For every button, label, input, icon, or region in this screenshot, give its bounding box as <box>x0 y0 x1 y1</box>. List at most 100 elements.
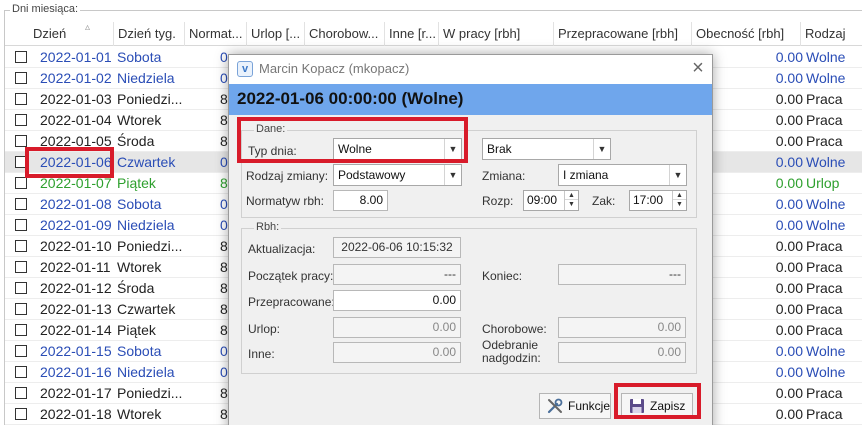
weekday-cell: Wtorek <box>117 259 162 275</box>
brak-value: Brak <box>487 142 512 156</box>
date-cell: 2022-01-12 <box>40 280 112 296</box>
row-checkbox[interactable] <box>15 324 27 336</box>
presence-cell: 0.00 <box>775 112 803 128</box>
zak-value: 17:00 <box>633 193 664 207</box>
zapisz-button[interactable]: Zapisz <box>621 393 693 419</box>
column-header-sick[interactable]: Chorobow... <box>305 22 385 46</box>
chevron-down-icon: ▼ <box>593 139 610 159</box>
koniec-label: Koniec: <box>482 269 523 283</box>
zak-spinner[interactable]: ▲ ▼ <box>672 191 686 210</box>
aktualizacja-label: Aktualizacja: <box>248 242 316 256</box>
weekday-cell: Niedziela <box>117 70 175 86</box>
column-header-type[interactable]: Rodzaj <box>801 22 862 46</box>
row-checkbox[interactable] <box>15 72 27 84</box>
row-checkbox[interactable] <box>15 240 27 252</box>
row-checkbox[interactable] <box>15 408 27 420</box>
row-checkbox[interactable] <box>15 387 27 399</box>
zmiana-select[interactable]: I zmiana ▼ <box>558 164 687 186</box>
koniec-value: --- <box>558 264 686 285</box>
date-cell: 2022-01-05 <box>40 133 112 149</box>
rodzaj-zmiany-label: Rodzaj zmiany: <box>246 169 329 183</box>
column-header-day[interactable]: Dzień <box>5 22 114 46</box>
odebranie-label: Odebranie nadgodzin: <box>482 339 541 365</box>
row-checkbox[interactable] <box>15 219 27 231</box>
type-cell: Wolne <box>806 49 846 65</box>
presence-cell: 0.00 <box>775 91 803 107</box>
spin-down-icon[interactable]: ▼ <box>565 200 578 209</box>
row-checkbox[interactable] <box>15 198 27 210</box>
column-header-worked[interactable]: Przepracowane [rbh] <box>554 22 692 46</box>
type-cell: Urlop <box>806 175 840 191</box>
chevron-down-icon: ▼ <box>444 139 461 159</box>
row-checkbox[interactable] <box>15 261 27 273</box>
presence-cell: 0.00 <box>775 280 803 296</box>
row-checkbox[interactable] <box>15 51 27 63</box>
row-checkbox[interactable] <box>15 114 27 126</box>
rozp-spinner[interactable]: ▲ ▼ <box>564 191 578 210</box>
presence-cell: 0.00 <box>775 196 803 212</box>
day-edit-dialog: v Marcin Kopacz (mkopacz) × 2022-01-06 0… <box>228 54 713 425</box>
dialog-title: Marcin Kopacz (mkopacz) <box>259 61 410 76</box>
date-cell: 2022-01-03 <box>40 91 112 107</box>
weekday-cell: Środa <box>117 133 155 149</box>
banner-date-text: 2022-01-06 00:00:00 (Wolne) <box>237 89 464 108</box>
dane-legend: Dane: <box>254 123 288 135</box>
close-icon[interactable]: × <box>687 57 709 79</box>
grid-header: Dzień ▵ Dzień tyg. Normat... Urlop [... … <box>5 22 862 46</box>
row-checkbox[interactable] <box>15 366 27 378</box>
column-header-weekday[interactable]: Dzień tyg. <box>114 22 185 46</box>
column-header-norm[interactable]: Normat... <box>185 22 247 46</box>
rbh-legend: Rbh: <box>254 221 282 233</box>
weekday-cell: Wtorek <box>117 112 162 128</box>
spin-down-icon[interactable]: ▼ <box>673 200 686 209</box>
rodzaj-zmiany-select[interactable]: Podstawowy ▼ <box>333 164 462 186</box>
row-checkbox[interactable] <box>15 345 27 357</box>
type-cell: Praca <box>806 301 843 317</box>
row-checkbox[interactable] <box>15 156 27 168</box>
weekday-cell: Sobota <box>117 196 162 212</box>
przepracowane-input[interactable]: 0.00 <box>333 290 461 311</box>
row-checkbox[interactable] <box>15 177 27 189</box>
column-header-vacation[interactable]: Urlop [... <box>247 22 305 46</box>
presence-cell: 0.00 <box>775 70 803 86</box>
date-cell: 2022-01-14 <box>40 322 112 338</box>
weekday-cell: Wtorek <box>117 406 162 422</box>
brak-select[interactable]: Brak ▼ <box>482 138 611 160</box>
rozp-time-input[interactable]: 09:00 ▲ ▼ <box>523 190 579 211</box>
type-cell: Praca <box>806 91 843 107</box>
presence-cell: 0.00 <box>775 385 803 401</box>
sort-up-icon: ▵ <box>85 22 91 33</box>
chevron-down-icon: ▼ <box>444 165 461 185</box>
spin-up-icon[interactable]: ▲ <box>673 191 686 200</box>
column-header-at-work[interactable]: W pracy [rbh] <box>439 22 554 46</box>
weekday-cell: Sobota <box>117 343 162 359</box>
poczatek-label: Początek pracy: <box>248 269 334 283</box>
row-checkbox[interactable] <box>15 135 27 147</box>
column-header-other[interactable]: Inne [r... <box>385 22 439 46</box>
date-cell: 2022-01-06 <box>40 154 112 170</box>
date-cell: 2022-01-02 <box>40 70 112 86</box>
main-window: Dni miesiąca: Dzień ▵ Dzień tyg. Normat.… <box>0 0 862 425</box>
type-cell: Wolne <box>806 217 846 233</box>
normatyw-input[interactable]: 8.00 <box>333 190 388 211</box>
date-cell: 2022-01-18 <box>40 406 112 422</box>
date-cell: 2022-01-07 <box>40 175 112 191</box>
type-cell: Praca <box>806 385 843 401</box>
dialog-titlebar: v Marcin Kopacz (mkopacz) × <box>229 55 712 84</box>
weekday-cell: Poniedzi... <box>117 385 183 401</box>
typ-dnia-label: Typ dnia: <box>248 144 297 158</box>
tools-icon <box>547 398 563 414</box>
row-checkbox[interactable] <box>15 282 27 294</box>
presence-cell: 0.00 <box>775 175 803 191</box>
column-header-presence[interactable]: Obecność [rbh] <box>692 22 801 46</box>
type-cell: Praca <box>806 322 843 338</box>
zak-time-input[interactable]: 17:00 ▲ ▼ <box>629 190 687 211</box>
funkcje-button[interactable]: Funkcje <box>539 393 611 419</box>
zak-label: Zak: <box>592 194 616 208</box>
row-checkbox[interactable] <box>15 93 27 105</box>
spin-up-icon[interactable]: ▲ <box>565 191 578 200</box>
date-cell: 2022-01-04 <box>40 112 112 128</box>
typ-dnia-select[interactable]: Wolne ▼ <box>333 138 462 160</box>
rozp-label: Rozp: <box>482 194 514 208</box>
row-checkbox[interactable] <box>15 303 27 315</box>
